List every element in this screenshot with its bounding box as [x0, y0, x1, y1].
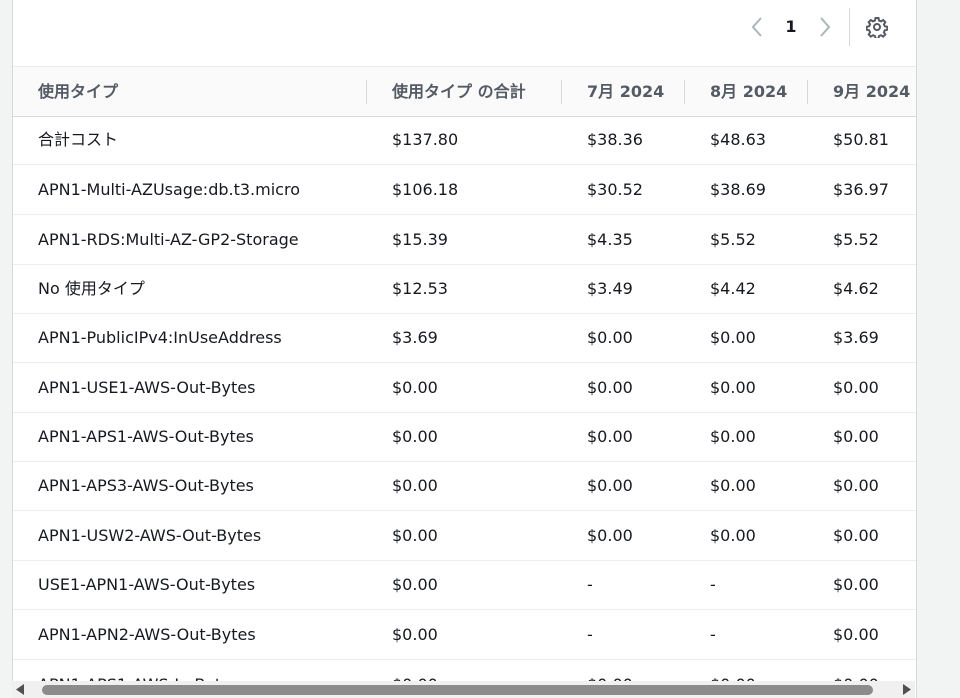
jul-2024-cell: $38.36 — [587, 130, 643, 149]
jul-2024-cell: $0.00 — [587, 476, 633, 495]
scroll-right-button[interactable] — [898, 681, 915, 698]
triangle-left-icon — [16, 684, 24, 695]
aug-2024-cell: $5.52 — [710, 230, 756, 249]
total-cell: $0.00 — [392, 575, 438, 594]
total-cell: $137.80 — [392, 130, 459, 149]
table-settings-button[interactable] — [862, 12, 892, 42]
table-row: APN1-APN2-AWS-Out-Bytes $0.00 - - $0.00 — [13, 610, 916, 660]
total-cell: $0.00 — [392, 378, 438, 397]
total-cell: $12.53 — [392, 279, 448, 298]
jul-2024-cell: - — [587, 575, 593, 594]
table-header: 使用タイプ 使用タイプ の合計 7月 2024 8月 2024 9月 2024 — [13, 66, 916, 117]
horizontal-scrollbar[interactable] — [12, 681, 915, 698]
table-row: APN1-USE1-AWS-Out-Bytes $0.00 $0.00 $0.0… — [13, 363, 916, 413]
jul-2024-cell: - — [587, 625, 593, 644]
total-cell: $15.39 — [392, 230, 448, 249]
sep-2024-cell: $0.00 — [833, 427, 879, 446]
column-resizer[interactable] — [807, 80, 808, 104]
sep-2024-cell: $0.00 — [833, 378, 879, 397]
usage-type-cell: APN1-Multi-AZUsage:db.t3.micro — [38, 180, 300, 199]
previous-page-button[interactable] — [743, 12, 771, 42]
usage-type-cell: APN1-APS1-AWS-Out-Bytes — [38, 427, 254, 446]
sep-2024-cell: $36.97 — [833, 180, 889, 199]
table-row: 合計コスト $137.80 $38.36 $48.63 $50.81 — [13, 115, 916, 165]
aug-2024-cell: $0.00 — [710, 476, 756, 495]
column-header-usage-type-total[interactable]: 使用タイプ の合計 — [392, 67, 526, 116]
jul-2024-cell: $0.00 — [587, 378, 633, 397]
column-header-aug-2024[interactable]: 8月 2024 — [710, 67, 787, 116]
total-cell: $0.00 — [392, 476, 438, 495]
total-cell: $0.00 — [392, 427, 438, 446]
usage-type-cell: APN1-APN2-AWS-Out-Bytes — [38, 625, 256, 644]
usage-type-cell: APN1-USW2-AWS-Out-Bytes — [38, 526, 262, 545]
table-row: APN1-USW2-AWS-Out-Bytes $0.00 $0.00 $0.0… — [13, 511, 916, 561]
table-row: APN1-APS1-AWS-Out-Bytes $0.00 $0.00 $0.0… — [13, 412, 916, 462]
jul-2024-cell: $4.35 — [587, 230, 633, 249]
total-cell: $106.18 — [392, 180, 459, 199]
total-cell: $0.00 — [392, 625, 438, 644]
sep-2024-cell: $3.69 — [833, 328, 879, 347]
chevron-right-icon — [820, 17, 831, 37]
aug-2024-cell: $38.69 — [710, 180, 766, 199]
column-resizer[interactable] — [684, 80, 685, 104]
sep-2024-cell: $0.00 — [833, 476, 879, 495]
scrollbar-thumb[interactable] — [42, 685, 873, 695]
sep-2024-cell: $0.00 — [833, 526, 879, 545]
triangle-right-icon — [903, 684, 911, 695]
usage-type-cell: APN1-RDS:Multi-AZ-GP2-Storage — [38, 230, 299, 249]
aug-2024-cell: $4.42 — [710, 279, 756, 298]
aug-2024-cell: $0.00 — [710, 526, 756, 545]
sep-2024-cell: $4.62 — [833, 279, 879, 298]
usage-type-cell: 合計コスト — [38, 130, 119, 149]
table-row: No 使用タイプ $12.53 $3.49 $4.42 $4.62 — [13, 264, 916, 314]
sep-2024-cell: $50.81 — [833, 130, 889, 149]
total-cell: $3.69 — [392, 328, 438, 347]
column-resizer[interactable] — [561, 80, 562, 104]
column-resizer[interactable] — [366, 80, 367, 104]
gear-icon — [866, 17, 888, 38]
table-row: APN1-RDS:Multi-AZ-GP2-Storage $15.39 $4.… — [13, 215, 916, 265]
sep-2024-cell: $0.00 — [833, 625, 879, 644]
table-row: APN1-APS3-AWS-Out-Bytes $0.00 $0.00 $0.0… — [13, 461, 916, 511]
chevron-left-icon — [751, 17, 762, 37]
aug-2024-cell: $0.00 — [710, 328, 756, 347]
table-toolbar: 1 — [13, 0, 916, 66]
sep-2024-cell: $0.00 — [833, 575, 879, 594]
usage-type-cell: APN1-APS3-AWS-Out-Bytes — [38, 476, 254, 495]
usage-type-cell: APN1-PublicIPv4:InUseAddress — [38, 328, 282, 347]
next-page-button[interactable] — [811, 12, 839, 42]
jul-2024-cell: $0.00 — [587, 328, 633, 347]
jul-2024-cell: $30.52 — [587, 180, 643, 199]
usage-type-cell: No 使用タイプ — [38, 279, 145, 298]
aug-2024-cell: $0.00 — [710, 427, 756, 446]
total-cell: $0.00 — [392, 526, 438, 545]
sep-2024-cell: $5.52 — [833, 230, 879, 249]
aug-2024-cell: $48.63 — [710, 130, 766, 149]
jul-2024-cell: $0.00 — [587, 427, 633, 446]
toolbar-divider — [849, 8, 850, 46]
cost-table-panel: 1 使用タイプ 使用タイプ の合計 7月 2024 8月 2024 9月 202… — [12, 0, 917, 698]
table-row: APN1-PublicIPv4:InUseAddress $3.69 $0.00… — [13, 313, 916, 363]
current-page-number[interactable]: 1 — [777, 13, 805, 41]
scroll-left-button[interactable] — [12, 681, 29, 698]
jul-2024-cell: $0.00 — [587, 526, 633, 545]
usage-type-cell: USE1-APN1-AWS-Out-Bytes — [38, 575, 256, 594]
column-header-usage-type[interactable]: 使用タイプ — [38, 67, 118, 116]
column-header-sep-2024[interactable]: 9月 2024 — [833, 67, 910, 116]
usage-type-cell: APN1-USE1-AWS-Out-Bytes — [38, 378, 256, 397]
aug-2024-cell: - — [710, 625, 716, 644]
table-row: APN1-Multi-AZUsage:db.t3.micro $106.18 $… — [13, 165, 916, 215]
aug-2024-cell: - — [710, 575, 716, 594]
table-row: USE1-APN1-AWS-Out-Bytes $0.00 - - $0.00 — [13, 560, 916, 610]
aug-2024-cell: $0.00 — [710, 378, 756, 397]
column-header-jul-2024[interactable]: 7月 2024 — [587, 67, 664, 116]
jul-2024-cell: $3.49 — [587, 279, 633, 298]
